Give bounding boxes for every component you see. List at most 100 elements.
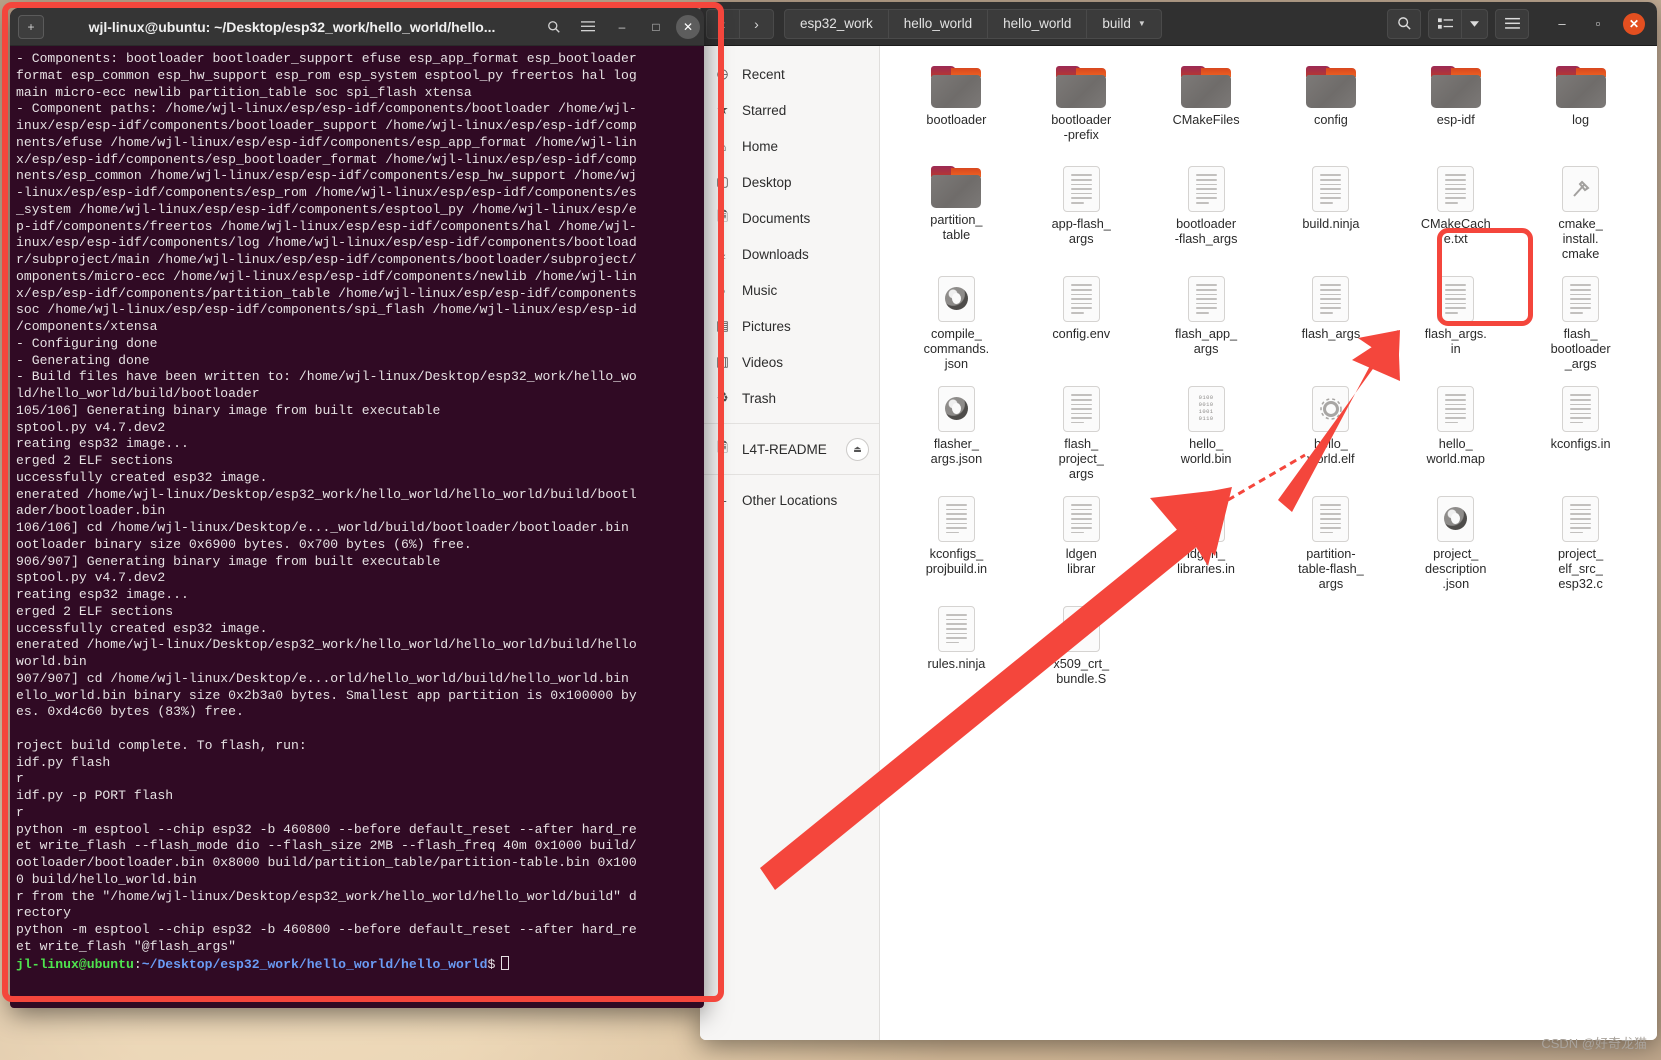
- terminal-line: ootloader/bootloader.bin 0x8000 build/pa…: [16, 855, 637, 870]
- file-item[interactable]: flash_app_ args: [1144, 268, 1269, 378]
- file-item[interactable]: project_ description .json: [1393, 488, 1518, 598]
- back-button[interactable]: ‹: [706, 8, 740, 39]
- sidebar-item-starred[interactable]: ★ Starred: [700, 92, 879, 128]
- new-tab-icon[interactable]: +: [18, 14, 44, 39]
- terminal-line: python -m esptool --chip esp32 -b 460800…: [16, 922, 637, 937]
- document-file-icon: [1562, 495, 1600, 542]
- document-file-icon: [1562, 275, 1600, 322]
- terminal-line: nents/efuse /home/wjl-linux/esp/esp-idf/…: [16, 134, 637, 150]
- sidebar-item-documents[interactable]: 🗎 Documents: [700, 200, 879, 236]
- terminal-line: r/subproject/main /home/wjl-linux/esp/es…: [16, 252, 637, 267]
- terminal-line: et write_flash "@flash_args": [16, 938, 237, 954]
- desktop-icon: ▢: [716, 174, 729, 189]
- file-item[interactable]: esp-idf: [1393, 58, 1518, 158]
- chevron-down-icon[interactable]: ▼: [1138, 19, 1146, 28]
- sidebar-item-videos[interactable]: ▥ Videos: [700, 344, 879, 380]
- terminal-line: es. 0xd4c60 bytes (83%) free.: [16, 704, 244, 720]
- terminal-close-button[interactable]: ✕: [676, 14, 700, 39]
- terminal-line: ader/bootloader.bin: [16, 503, 166, 519]
- sidebar-item-trash[interactable]: ♻ Trash: [700, 380, 879, 416]
- close-button[interactable]: ✕: [1623, 12, 1645, 35]
- sidebar-item-home[interactable]: ⌂ Home: [700, 128, 879, 164]
- file-item[interactable]: flash_args: [1269, 268, 1394, 378]
- terminal-minimize-button[interactable]: –: [608, 15, 636, 39]
- file-item[interactable]: partition- table-flash_ args: [1269, 488, 1394, 598]
- breadcrumb-item[interactable]: esp32_work: [784, 8, 889, 39]
- file-name: hello_ world.map: [1426, 436, 1485, 466]
- sidebar-item-music[interactable]: ♪ Music: [700, 272, 879, 308]
- minimize-button[interactable]: –: [1551, 13, 1573, 35]
- file-item[interactable]: 0100 0010 1001 0110 hello_ world.bin: [1144, 378, 1269, 488]
- document-file-icon: [1187, 495, 1225, 542]
- terminal-output[interactable]: - Components: bootloader bootloader_supp…: [10, 46, 704, 1008]
- maximize-button[interactable]: ▫: [1587, 13, 1609, 35]
- file-item[interactable]: flash_args. in: [1393, 268, 1518, 378]
- file-item[interactable]: kconfigs_ projbuild.in: [894, 488, 1019, 598]
- document-file-icon: [1437, 166, 1475, 212]
- file-item[interactable]: ldgen librar: [1019, 488, 1144, 598]
- file-name: CMakeFiles: [1172, 113, 1240, 127]
- file-item[interactable]: bootloader: [894, 58, 1019, 158]
- breadcrumb: esp32_work hello_world hello_world build ▼: [784, 8, 1162, 39]
- file-name: kconfigs_ projbuild.in: [925, 546, 988, 576]
- file-item[interactable]: ldgen_ libraries.in: [1144, 488, 1269, 598]
- terminal-line: reating esp32 image...: [16, 436, 189, 452]
- file-name: flasher_ args.json: [930, 436, 983, 466]
- file-name: flash_ bootloader _args: [1550, 326, 1611, 371]
- folder-icon: [1555, 66, 1606, 108]
- sidebar-item-l4t-readme[interactable]: 🗎 L4T-README ⏏: [700, 431, 879, 467]
- terminal-menu-icon[interactable]: [574, 15, 602, 39]
- file-item[interactable]: Cx509_crt_ bundle.S: [1019, 598, 1144, 698]
- file-item[interactable]: hello_ world.elf: [1269, 378, 1394, 488]
- file-item[interactable]: project_ elf_src_ esp32.c: [1518, 488, 1643, 598]
- file-item[interactable]: cmake_ install. cmake: [1518, 158, 1643, 268]
- file-item[interactable]: app-flash_ args: [1019, 158, 1144, 268]
- file-item[interactable]: log: [1518, 58, 1643, 158]
- eject-icon[interactable]: ⏏: [846, 437, 869, 461]
- prompt-separator: :: [133, 956, 142, 972]
- terminal-search-icon[interactable]: [540, 15, 568, 39]
- file-item[interactable]: partition_ table: [894, 158, 1019, 268]
- file-item[interactable]: CMakeFiles: [1144, 58, 1269, 158]
- file-name: log: [1572, 113, 1590, 127]
- file-item[interactable]: compile_ commands. json: [894, 268, 1019, 378]
- terminal-line: - Generating done: [16, 352, 150, 368]
- terminal-maximize-button[interactable]: □: [642, 15, 670, 39]
- file-item[interactable]: flash_ project_ args: [1019, 378, 1144, 488]
- breadcrumb-item[interactable]: hello_world: [988, 8, 1088, 39]
- forward-button[interactable]: ›: [740, 8, 774, 39]
- terminal-line: inux/esp/esp-idf/components/log /home/wj…: [16, 235, 637, 251]
- sidebar-item-desktop[interactable]: ▢ Desktop: [700, 164, 879, 200]
- view-list-icon[interactable]: [1428, 8, 1462, 39]
- file-name: bootloader: [926, 113, 987, 127]
- search-icon[interactable]: [1387, 8, 1421, 39]
- sidebar-item-downloads[interactable]: ⤓ Downloads: [700, 236, 879, 272]
- file-item[interactable]: flash_ bootloader _args: [1518, 268, 1643, 378]
- sidebar-item-recent[interactable]: ◷ Recent: [700, 56, 879, 92]
- file-name: ldgen librar: [1065, 546, 1097, 576]
- file-name: compile_ commands. json: [923, 326, 990, 371]
- file-item[interactable]: config.env: [1019, 268, 1144, 378]
- file-item[interactable]: flasher_ args.json: [894, 378, 1019, 488]
- breadcrumb-item[interactable]: build ▼: [1087, 8, 1162, 39]
- file-name: bootloader -flash_args: [1174, 217, 1238, 246]
- file-item[interactable]: hello_ world.map: [1393, 378, 1518, 488]
- breadcrumb-label: esp32_work: [800, 16, 873, 31]
- file-item[interactable]: kconfigs.in: [1518, 378, 1643, 488]
- file-item[interactable]: CMakeCach e.txt: [1393, 158, 1518, 268]
- file-item[interactable]: rules.ninja: [894, 598, 1019, 698]
- sidebar-item-pictures[interactable]: ▤ Pictures: [700, 308, 879, 344]
- terminal-line: r: [16, 771, 24, 787]
- file-manager-header: ‹ › esp32_work hello_world hello_world buil…: [700, 2, 1657, 46]
- chevron-down-icon[interactable]: [1462, 8, 1488, 39]
- sidebar-item-other-locations[interactable]: – Other Locations: [700, 482, 879, 518]
- file-item[interactable]: config: [1269, 58, 1394, 158]
- terminal-prompt[interactable]: jl-linux@ubuntu:~/Desktop/esp32_work/hel…: [16, 955, 704, 974]
- hamburger-menu-icon[interactable]: [1495, 8, 1529, 39]
- file-item[interactable]: bootloader -prefix: [1019, 58, 1144, 158]
- file-item[interactable]: build.ninja: [1269, 158, 1394, 268]
- file-item[interactable]: bootloader -flash_args: [1144, 158, 1269, 268]
- document-file-icon: [1562, 385, 1600, 432]
- breadcrumb-item[interactable]: hello_world: [888, 8, 989, 39]
- terminal-line: ootloader binary size 0x6900 bytes. 0x70…: [16, 536, 472, 552]
